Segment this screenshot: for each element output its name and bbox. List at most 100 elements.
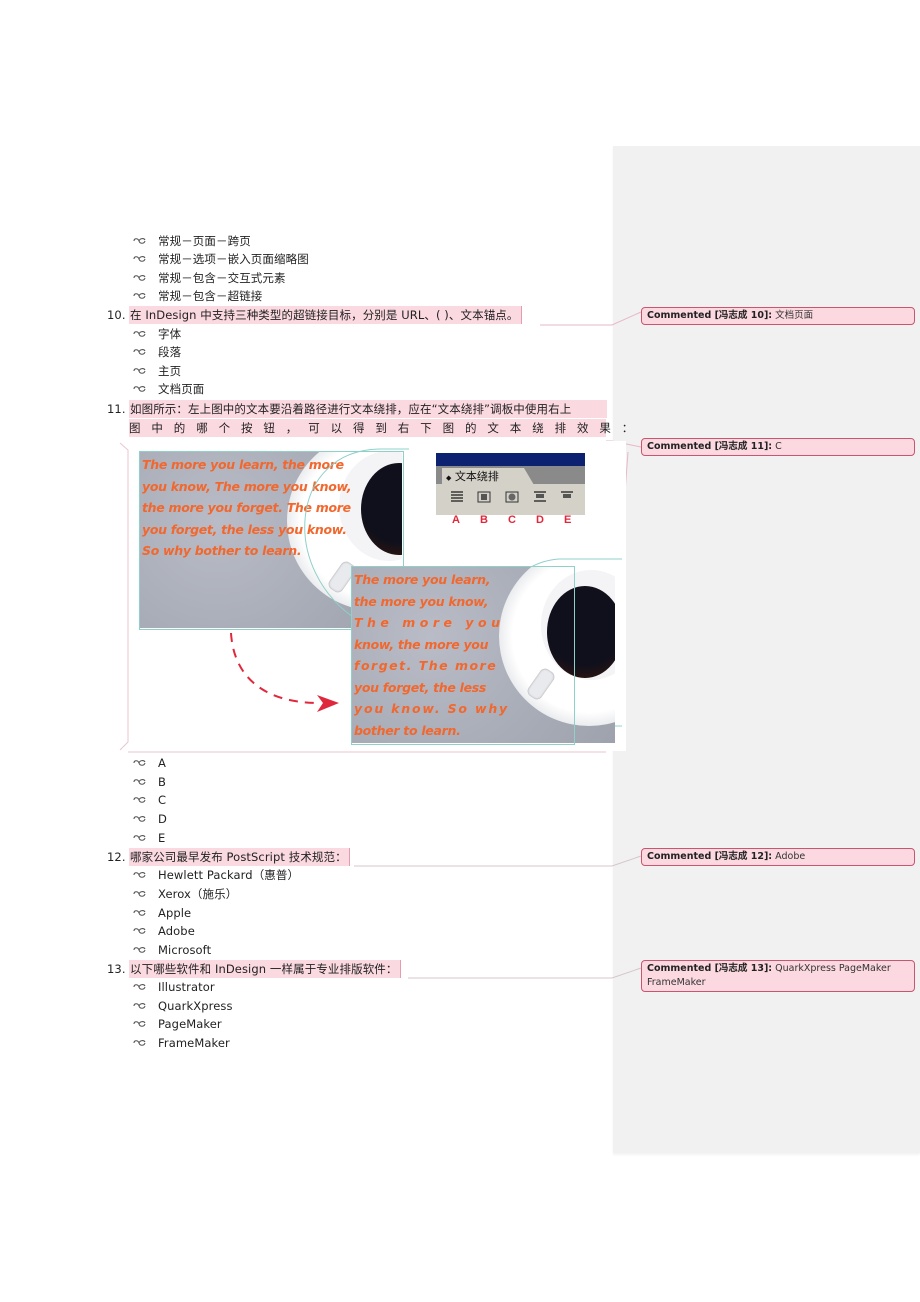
option-label: 主页 — [158, 364, 182, 378]
wrap-jump-object-icon[interactable] — [533, 491, 547, 503]
wrap-next-column-icon[interactable] — [560, 491, 574, 503]
question-number: 10. — [107, 308, 126, 322]
comment-11[interactable]: Commented [冯志成 11]: C — [641, 438, 915, 456]
panel-label-c: C — [508, 514, 516, 526]
option-label: 常规－包含－交互式元素 — [158, 271, 286, 285]
option-item[interactable]: 常规－页面－跨页 — [0, 232, 600, 250]
comment-text-continued: FrameMaker — [647, 977, 706, 988]
option-item[interactable]: Apple — [0, 904, 600, 922]
option-item[interactable]: PageMaker — [0, 1015, 600, 1033]
wrap-object-shape-icon[interactable] — [505, 491, 519, 503]
option-item[interactable]: 常规－包含－超链接 — [0, 287, 600, 305]
collapse-icon: ◆ — [446, 474, 452, 482]
bullet-icon — [133, 941, 147, 959]
option-item[interactable]: QuarkXpress — [0, 997, 600, 1015]
bullet-icon — [133, 1015, 147, 1033]
option-label: Hewlett Packard（惠普） — [158, 868, 300, 882]
option-item[interactable]: A — [0, 754, 600, 772]
bullet-icon — [133, 997, 147, 1015]
bullet-icon — [133, 287, 147, 305]
option-label: Apple — [158, 906, 192, 920]
bullet-icon — [133, 866, 147, 884]
bullet-icon — [133, 232, 147, 250]
panel-label-a: A — [452, 514, 460, 526]
option-item[interactable]: 常规－选项－嵌入页面缩略图 — [0, 250, 600, 268]
option-label: 字体 — [158, 327, 182, 341]
bullet-icon — [133, 380, 147, 398]
bullet-icon — [133, 362, 147, 380]
option-label: 文档页面 — [158, 382, 205, 396]
bullet-icon — [133, 791, 147, 809]
bullet-icon — [133, 978, 147, 996]
question-text: 哪家公司最早发布 PostScript 技术规范： — [129, 848, 350, 866]
wrap-bounding-box-icon[interactable] — [477, 491, 491, 503]
bullet-icon — [133, 325, 147, 343]
panel-label-e: E — [564, 514, 572, 526]
option-item[interactable]: 主页 — [0, 362, 600, 380]
option-label: A — [158, 756, 166, 770]
question-number: 11. — [107, 402, 126, 416]
option-label: PageMaker — [158, 1017, 222, 1031]
option-item[interactable]: E — [0, 829, 600, 847]
option-item[interactable]: FrameMaker — [0, 1034, 600, 1052]
option-label: 段落 — [158, 345, 182, 359]
bullet-icon — [133, 829, 147, 847]
bullet-icon — [133, 1034, 147, 1052]
option-label: Microsoft — [158, 943, 212, 957]
comment-12[interactable]: Commented [冯志成 12]: Adobe — [641, 848, 915, 866]
comment-label: Commented [冯志成 12]: — [647, 851, 773, 862]
comment-label: Commented [冯志成 10]: — [647, 310, 773, 321]
bullet-icon — [133, 773, 147, 791]
bullet-icon — [133, 250, 147, 268]
question-number: 13. — [107, 962, 126, 976]
option-item[interactable]: 段落 — [0, 343, 600, 361]
option-item[interactable]: 常规－包含－交互式元素 — [0, 269, 600, 287]
option-item[interactable]: Microsoft — [0, 941, 600, 959]
option-item[interactable]: Adobe — [0, 922, 600, 940]
option-label: QuarkXpress — [158, 999, 233, 1013]
option-label: Adobe — [158, 924, 195, 938]
question-number: 12. — [107, 850, 126, 864]
option-label: Xerox（施乐） — [158, 887, 238, 901]
frame-after — [351, 566, 575, 745]
arrow-head-icon — [317, 695, 339, 712]
comment-text: Adobe — [775, 851, 806, 862]
comment-pane — [613, 146, 920, 1153]
comment-text: 文档页面 — [775, 310, 814, 321]
bullet-icon — [133, 754, 147, 772]
question-text: 在 InDesign 中支持三种类型的超链接目标，分别是 URL、( )、文本锚… — [129, 306, 522, 324]
bullet-icon — [133, 922, 147, 940]
option-label: 常规－页面－跨页 — [158, 234, 251, 248]
option-item[interactable]: Xerox（施乐） — [0, 885, 600, 903]
option-item[interactable]: D — [0, 810, 600, 828]
option-label: C — [158, 793, 167, 807]
option-item[interactable]: C — [0, 791, 600, 809]
panel-label-b: B — [480, 514, 488, 526]
wrap-none-icon[interactable] — [450, 491, 464, 503]
option-label: D — [158, 812, 167, 826]
text-wrap-panel: ◆ 文本绕排 — [436, 453, 585, 515]
option-label: B — [158, 775, 166, 789]
bullet-icon — [133, 343, 147, 361]
question-text-line2: 图中的哪个按钮，可以得到右下图的文本绕排效果： — [129, 419, 645, 437]
question-text-line1: 如图所示：左上图中的文本要沿着路径进行文本绕排，应在“文本绕排”调板中使用右上 — [129, 400, 607, 418]
bullet-icon — [133, 885, 147, 903]
option-label: FrameMaker — [158, 1036, 230, 1050]
panel-tab[interactable]: ◆ 文本绕排 — [442, 468, 534, 485]
comment-10[interactable]: Commented [冯志成 10]: 文档页面 — [641, 307, 915, 325]
bullet-icon — [133, 904, 147, 922]
arrow-path — [230, 632, 320, 704]
comment-text: QuarkXpress PageMaker — [775, 963, 891, 974]
option-item[interactable]: Hewlett Packard（惠普） — [0, 866, 600, 884]
panel-titlebar — [436, 453, 585, 466]
comment-label: Commented [冯志成 13]: — [647, 963, 773, 974]
option-item[interactable]: 字体 — [0, 325, 600, 343]
option-item[interactable]: 文档页面 — [0, 380, 600, 398]
option-label: 常规－包含－超链接 — [158, 289, 263, 303]
option-label: 常规－选项－嵌入页面缩略图 — [158, 252, 309, 266]
comment-13[interactable]: Commented [冯志成 13]: QuarkXpress PageMake… — [641, 960, 915, 992]
panel-label-d: D — [536, 514, 544, 526]
option-item[interactable]: Illustrator — [0, 978, 600, 996]
option-item[interactable]: B — [0, 773, 600, 791]
option-label: E — [158, 831, 166, 845]
